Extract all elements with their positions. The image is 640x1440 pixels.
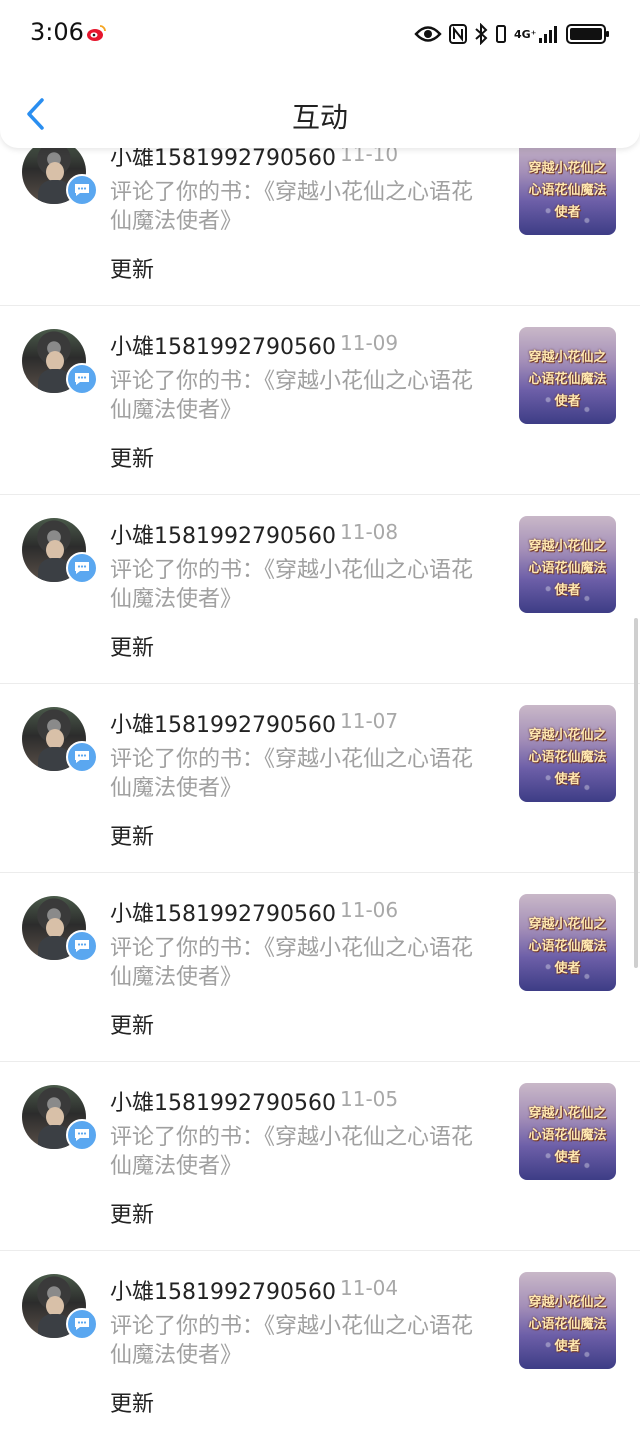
cover-title: 穿越小花仙之 心语花仙魔法使者 — [528, 728, 607, 787]
book-cover[interactable]: 穿越小花仙之 心语花仙魔法使者 — [519, 327, 616, 424]
nfc-icon — [449, 24, 467, 44]
user-name[interactable]: 小雄1581992790560 — [110, 1274, 336, 1306]
cover-title: 穿越小花仙之 心语花仙魔法使者 — [528, 1295, 607, 1354]
timestamp: 11-04 — [340, 1276, 399, 1300]
user-name[interactable]: 小雄1581992790560 — [110, 1085, 336, 1117]
action-text: 更新 — [110, 1203, 155, 1228]
timestamp: 11-05 — [340, 1087, 399, 1111]
list-item[interactable]: 小雄1581992790560 11-06 评论了你的书：《穿越小花仙之心语花仙… — [0, 874, 640, 1062]
list-item[interactable]: 小雄1581992790560 11-08 评论了你的书：《穿越小花仙之心语花仙… — [0, 496, 640, 684]
cover-title: 穿越小花仙之 心语花仙魔法使者 — [528, 161, 607, 220]
network-type: 4G⁺ — [514, 27, 537, 41]
book-cover[interactable]: 穿越小花仙之 心语花仙魔法使者 — [519, 894, 616, 991]
status-time: 3:06 — [30, 18, 84, 46]
page-title: 互动 — [291, 101, 348, 134]
comment-bubble-icon — [66, 552, 98, 584]
comment-text: 评论了你的书：《穿越小花仙之心语花仙魔法使者》 — [110, 747, 474, 801]
list-item[interactable]: 小雄1581992790560 11-07 评论了你的书：《穿越小花仙之心语花仙… — [0, 685, 640, 873]
cover-title: 穿越小花仙之 心语花仙魔法使者 — [528, 539, 607, 598]
book-cover[interactable]: 穿越小花仙之 心语花仙魔法使者 — [519, 516, 616, 613]
action-text: 更新 — [110, 825, 155, 850]
comment-bubble-icon — [66, 741, 98, 773]
app-header: 3:06 4G⁺ 互动 — [0, 0, 640, 148]
bluetooth-icon — [475, 23, 488, 45]
timestamp: 11-07 — [340, 709, 399, 733]
timestamp: 11-06 — [340, 898, 399, 922]
comment-bubble-icon — [66, 174, 98, 206]
book-cover[interactable]: 穿越小花仙之 心语花仙魔法使者 — [519, 138, 616, 235]
book-cover[interactable]: 穿越小花仙之 心语花仙魔法使者 — [519, 1272, 616, 1369]
book-cover[interactable]: 穿越小花仙之 心语花仙魔法使者 — [519, 1083, 616, 1180]
vibrate-icon — [496, 25, 506, 43]
cover-title: 穿越小花仙之 心语花仙魔法使者 — [528, 1106, 607, 1165]
signal-icon — [539, 26, 557, 43]
comment-bubble-icon — [66, 1308, 98, 1340]
comment-text: 评论了你的书：《穿越小花仙之心语花仙魔法使者》 — [110, 180, 474, 234]
comment-text: 评论了你的书：《穿越小花仙之心语花仙魔法使者》 — [110, 558, 474, 612]
action-text: 更新 — [110, 636, 155, 661]
status-icons: 4G⁺ — [414, 20, 610, 48]
user-name[interactable]: 小雄1581992790560 — [110, 707, 336, 739]
comment-text: 评论了你的书：《穿越小花仙之心语花仙魔法使者》 — [110, 936, 474, 990]
action-text: 更新 — [110, 1392, 155, 1417]
timestamp: 11-09 — [340, 331, 399, 355]
user-name[interactable]: 小雄1581992790560 — [110, 329, 336, 361]
book-cover[interactable]: 穿越小花仙之 心语花仙魔法使者 — [519, 705, 616, 802]
list-item[interactable]: 小雄1581992790560 11-05 评论了你的书：《穿越小花仙之心语花仙… — [0, 1063, 640, 1251]
weibo-icon — [87, 25, 106, 41]
comment-text: 评论了你的书：《穿越小花仙之心语花仙魔法使者》 — [110, 1125, 474, 1179]
scrollbar[interactable] — [634, 618, 638, 968]
user-name[interactable]: 小雄1581992790560 — [110, 518, 336, 550]
comment-text: 评论了你的书：《穿越小花仙之心语花仙魔法使者》 — [110, 369, 474, 423]
comment-bubble-icon — [66, 930, 98, 962]
comment-bubble-icon — [66, 363, 98, 395]
timestamp: 11-08 — [340, 520, 399, 544]
list-item[interactable]: 小雄1581992790560 11-09 评论了你的书：《穿越小花仙之心语花仙… — [0, 307, 640, 495]
action-text: 更新 — [110, 1014, 155, 1039]
comment-text: 评论了你的书：《穿越小花仙之心语花仙魔法使者》 — [110, 1314, 474, 1368]
eye-icon — [414, 26, 442, 42]
battery-icon — [566, 24, 609, 44]
cover-title: 穿越小花仙之 心语花仙魔法使者 — [528, 917, 607, 976]
list-item[interactable]: 小雄1581992790560 11-04 评论了你的书：《穿越小花仙之心语花仙… — [0, 1252, 640, 1440]
user-name[interactable]: 小雄1581992790560 — [110, 896, 336, 928]
action-text: 更新 — [110, 447, 155, 472]
comment-bubble-icon — [66, 1119, 98, 1151]
cover-title: 穿越小花仙之 心语花仙魔法使者 — [528, 350, 607, 409]
action-text: 更新 — [110, 258, 155, 283]
